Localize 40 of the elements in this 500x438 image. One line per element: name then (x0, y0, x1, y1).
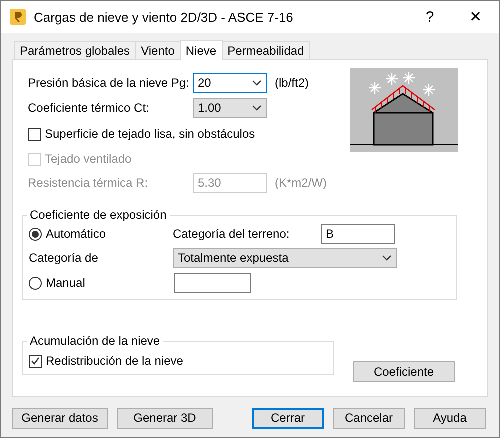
checkmark-icon (31, 357, 40, 365)
tab[interactable]: Permeabilidad (222, 41, 310, 59)
radio-label: Automático (46, 227, 106, 241)
manual-coefficient-field[interactable] (174, 273, 251, 293)
group-title: Coeficiente de exposición (27, 208, 170, 222)
chevron-down-icon (252, 105, 262, 111)
help-button[interactable]: ? (407, 1, 453, 33)
dialog-button[interactable]: Ayuda (414, 408, 486, 428)
close-button[interactable]: ✕ (453, 1, 499, 33)
chevron-down-icon (252, 80, 262, 86)
coefficient-button[interactable]: Coeficiente (353, 361, 455, 382)
unit-label: (lb/ft2) (275, 76, 310, 90)
terrain-category-field[interactable]: B (321, 224, 395, 244)
checkbox[interactable] (29, 354, 42, 368)
field-label: Presión básica de la nieve Pg: (28, 76, 190, 90)
radio-label: Manual (46, 276, 86, 290)
tab[interactable]: Parámetros globales (14, 41, 136, 59)
dialog-button[interactable]: Generar 3D (117, 408, 213, 428)
field-label: Categoría de (29, 251, 100, 265)
tab[interactable]: Nieve (180, 40, 223, 60)
dialog-button[interactable]: Cerrar (252, 408, 324, 428)
app-logo-icon (10, 9, 26, 25)
checkbox-label: Redistribución de la nieve (46, 354, 184, 368)
field-label: Categoría del terreno: (173, 227, 291, 241)
dialog-button[interactable]: Generar datos (12, 408, 108, 428)
window-title: Cargas de nieve y viento 2D/3D - ASCE 7-16 (34, 10, 294, 24)
thermal-coefficient-dropdown[interactable]: 1.00 (193, 98, 267, 118)
field-label: Resistencia térmica R: (28, 176, 150, 190)
chevron-down-icon (382, 255, 392, 261)
radio-button[interactable] (29, 276, 42, 290)
dialog-button[interactable]: Cancelar (333, 408, 405, 428)
unit-label: (K*m2/W) (275, 176, 327, 190)
group-title: Acumulación de la nieve (27, 334, 164, 348)
exposure-category-dropdown[interactable]: Totalmente expuesta (173, 248, 397, 268)
checkbox[interactable] (28, 128, 41, 140)
checkbox-label: Tejado ventilado (45, 152, 132, 166)
snow-pressure-combo[interactable]: 20 (193, 73, 267, 93)
radio-button[interactable] (29, 228, 42, 240)
checkbox-label: Superficie de tejado lisa, sin obstáculos (45, 127, 256, 141)
field-label: Coeficiente térmico Ct: (28, 101, 150, 115)
